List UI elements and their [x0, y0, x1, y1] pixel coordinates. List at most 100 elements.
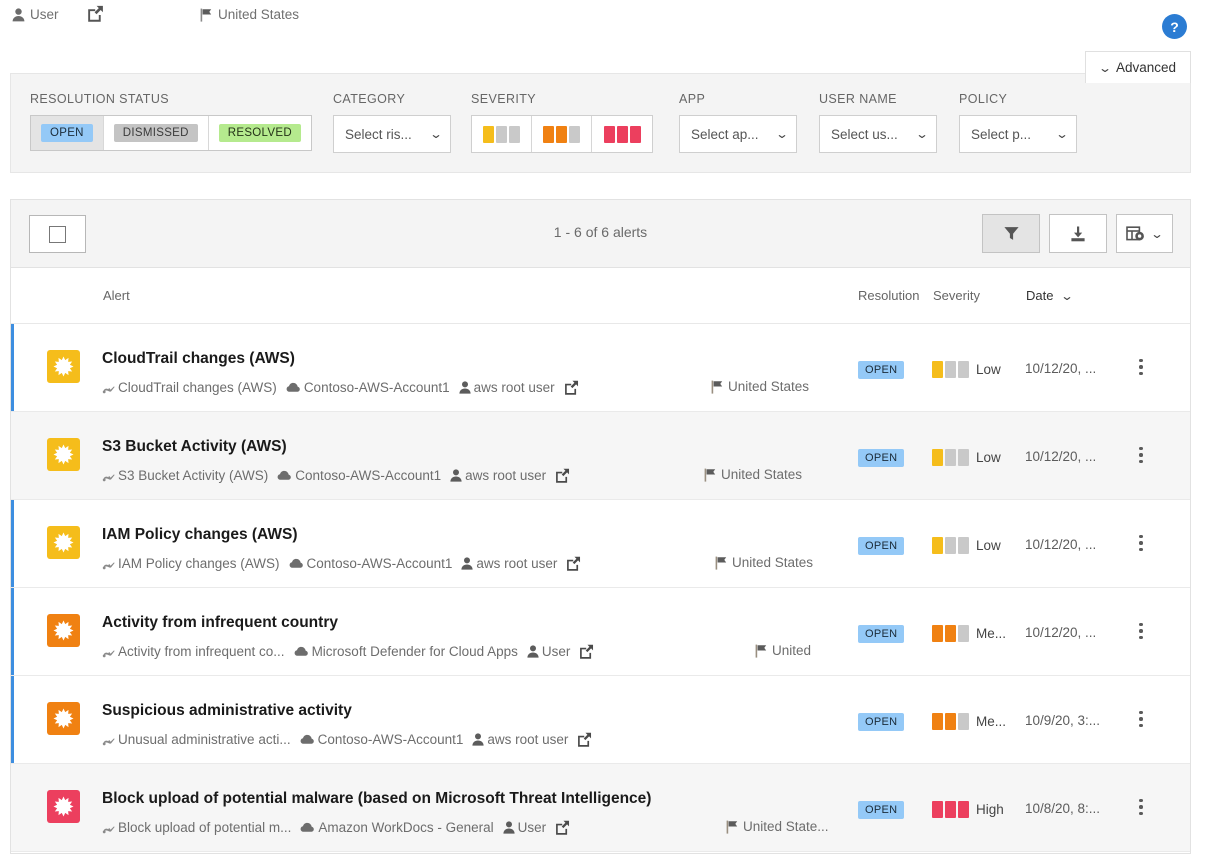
alert-external-link[interactable]	[577, 732, 592, 747]
policy-icon	[102, 734, 115, 746]
alert-app[interactable]: Contoso-AWS-Account1	[300, 732, 463, 747]
alert-user[interactable]: aws root user	[461, 556, 557, 571]
alert-policy[interactable]: IAM Policy changes (AWS)	[102, 556, 280, 571]
alert-external-link[interactable]	[579, 644, 594, 659]
severity-bars	[932, 625, 969, 642]
alert-external-link[interactable]	[564, 380, 579, 395]
alert-user[interactable]: aws root user	[472, 732, 568, 747]
chevron-down-icon: ⌄	[1055, 127, 1069, 141]
alert-external-link[interactable]	[566, 556, 581, 571]
alert-title[interactable]: Block upload of potential malware (based…	[102, 790, 651, 808]
alert-country-label: United States	[732, 555, 814, 570]
row-actions-menu-icon[interactable]	[1132, 620, 1150, 642]
breadcrumb-user[interactable]: User	[12, 7, 59, 22]
alert-title[interactable]: S3 Bucket Activity (AWS)	[102, 438, 287, 456]
flag-icon	[755, 644, 768, 658]
alert-severity: Low	[932, 537, 1001, 554]
alert-app[interactable]: Microsoft Defender for Cloud Apps	[294, 644, 518, 659]
alert-meta: Unusual administrative acti... Contoso-AW…	[102, 732, 601, 747]
alert-user[interactable]: aws root user	[450, 468, 546, 483]
alert-meta: Block upload of potential m... Amazon Wor…	[102, 820, 579, 835]
alert-app[interactable]: Contoso-AWS-Account1	[277, 468, 441, 483]
alert-severity-icon	[47, 702, 80, 735]
policy-select[interactable]: Select p... ⌄	[959, 115, 1077, 153]
alert-policy[interactable]: S3 Bucket Activity (AWS)	[102, 468, 268, 483]
alert-app[interactable]: Contoso-AWS-Account1	[289, 556, 452, 571]
alert-policy[interactable]: Block upload of potential m...	[102, 820, 291, 835]
alert-policy-label: IAM Policy changes (AWS)	[118, 556, 280, 571]
alert-meta: CloudTrail changes (AWS) Contoso-AWS-Acco…	[102, 380, 588, 395]
filter-policy: POLICY Select p... ⌄	[959, 92, 1077, 153]
alert-title[interactable]: Suspicious administrative activity	[102, 702, 352, 720]
alert-policy[interactable]: Activity from infrequent co...	[102, 644, 285, 659]
status-option-resolved[interactable]: RESOLVED	[208, 116, 311, 150]
alert-country: United	[755, 643, 811, 658]
row-accent-bar	[11, 324, 14, 411]
table-row[interactable]: Activity from infrequent country Activity…	[11, 588, 1190, 676]
user-name-select[interactable]: Select us... ⌄	[819, 115, 937, 153]
alert-resolution-status: OPEN	[858, 800, 905, 819]
alerts-table-body: CloudTrail changes (AWS) CloudTrail chang…	[11, 324, 1190, 852]
severity-option-high[interactable]	[592, 116, 652, 152]
cloud-app-icon	[294, 646, 309, 657]
row-actions-menu-icon[interactable]	[1132, 708, 1150, 730]
status-badge: OPEN	[858, 801, 905, 819]
alert-user[interactable]: aws root user	[459, 380, 555, 395]
status-option-dismissed[interactable]: DISMISSED	[103, 116, 209, 150]
row-actions-menu-icon[interactable]	[1132, 444, 1150, 466]
alert-user-label: User	[517, 820, 547, 835]
status-badge: OPEN	[858, 625, 905, 643]
alert-resolution-status: OPEN	[858, 624, 905, 643]
alert-user-label: aws root user	[487, 732, 569, 747]
person-icon	[461, 557, 473, 570]
severity-bars-low	[483, 125, 520, 143]
alert-app[interactable]: Amazon WorkDocs - General	[300, 820, 494, 835]
alert-user[interactable]: User	[503, 820, 547, 835]
row-accent-bar	[11, 500, 14, 587]
alert-app-label: Microsoft Defender for Cloud Apps	[311, 644, 518, 659]
person-icon	[459, 381, 471, 394]
breadcrumb-external-link[interactable]	[87, 5, 104, 22]
filter-button[interactable]	[982, 214, 1040, 253]
severity-segmented	[471, 115, 653, 153]
table-row[interactable]: Block upload of potential malware (based…	[11, 764, 1190, 852]
breadcrumb-country[interactable]: United States	[200, 7, 299, 22]
table-row[interactable]: IAM Policy changes (AWS) IAM Policy chang…	[11, 500, 1190, 588]
alert-external-link[interactable]	[555, 820, 570, 835]
alert-user-label: User	[541, 644, 571, 659]
export-button[interactable]	[1049, 214, 1107, 253]
table-row[interactable]: CloudTrail changes (AWS) CloudTrail chang…	[11, 324, 1190, 412]
table-row[interactable]: S3 Bucket Activity (AWS) S3 Bucket Activi…	[11, 412, 1190, 500]
alert-title[interactable]: IAM Policy changes (AWS)	[102, 526, 298, 544]
policy-select-value: Select p...	[971, 126, 1032, 142]
status-badge: OPEN	[858, 537, 905, 555]
severity-bars	[932, 801, 969, 818]
app-select[interactable]: Select ap... ⌄	[679, 115, 797, 153]
alert-external-link[interactable]	[555, 468, 570, 483]
columns-settings-button[interactable]: ⌄	[1116, 214, 1173, 253]
row-actions-menu-icon[interactable]	[1132, 356, 1150, 378]
severity-option-low[interactable]	[472, 116, 532, 152]
severity-bars-medium	[543, 125, 580, 143]
column-header-severity: Severity	[933, 288, 980, 303]
category-select[interactable]: Select ris... ⌄	[333, 115, 451, 153]
alert-policy[interactable]: Unusual administrative acti...	[102, 732, 291, 747]
filter-user-name: USER NAME Select us... ⌄	[819, 92, 937, 153]
alert-user-label: aws root user	[476, 556, 558, 571]
alerts-page: User United States ? ⌄ Advanced RESOLUTI…	[0, 0, 1205, 858]
alert-title[interactable]: CloudTrail changes (AWS)	[102, 350, 295, 368]
help-icon[interactable]: ?	[1162, 14, 1187, 39]
column-header-date[interactable]: Date ⌄	[1026, 288, 1074, 303]
table-row[interactable]: Suspicious administrative activity Unusua…	[11, 676, 1190, 764]
alert-meta: IAM Policy changes (AWS) Contoso-AWS-Acco…	[102, 556, 590, 571]
alert-policy[interactable]: CloudTrail changes (AWS)	[102, 380, 277, 395]
alert-user[interactable]: User	[527, 644, 571, 659]
row-actions-menu-icon[interactable]	[1132, 532, 1150, 554]
person-icon	[527, 645, 539, 658]
status-option-open[interactable]: OPEN	[31, 116, 104, 150]
advanced-filters-toggle[interactable]: ⌄ Advanced	[1084, 51, 1191, 83]
alert-app[interactable]: Contoso-AWS-Account1	[286, 380, 450, 395]
severity-option-medium[interactable]	[532, 116, 592, 152]
row-actions-menu-icon[interactable]	[1132, 796, 1150, 818]
alert-title[interactable]: Activity from infrequent country	[102, 614, 338, 632]
